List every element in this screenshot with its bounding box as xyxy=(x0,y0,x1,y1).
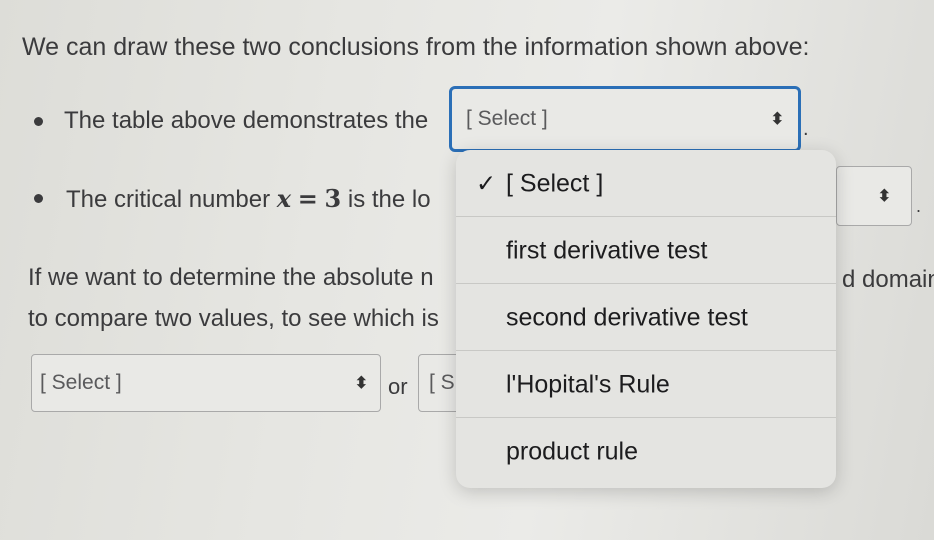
bullet-2-text-after: is the lo xyxy=(347,186,431,213)
dropdown-option-label: product rule xyxy=(506,437,639,465)
up-down-chevron-icon: ⬍ xyxy=(877,188,891,205)
math-equals: = xyxy=(297,184,318,213)
bullet-2-period: . xyxy=(916,196,922,216)
value-select-1-value: [ Select ] xyxy=(40,371,122,394)
dropdown-option-label: first derivative test xyxy=(506,236,708,264)
derivative-test-select[interactable]: [ Select ] ⬍ xyxy=(449,86,801,152)
dropdown-option-first-derivative-test[interactable]: first derivative test xyxy=(456,217,836,284)
value-select-2-value: [ S xyxy=(429,371,455,394)
value-select-1[interactable]: [ Select ] ⬍ xyxy=(31,354,381,412)
up-down-chevron-icon: ⬍ xyxy=(770,111,784,128)
bullet-1-dot xyxy=(34,117,43,126)
dropdown-option-lhopitals-rule[interactable]: l'Hopital's Rule xyxy=(456,351,836,418)
checkmark-icon: ✓ xyxy=(476,170,497,197)
bullet-2-text: The critical number x = 3 is the lo xyxy=(66,184,431,214)
bullet-1-period: . xyxy=(803,118,809,140)
dropdown-option-second-derivative-test[interactable]: second derivative test xyxy=(456,284,836,351)
dropdown-option-label: [ Select ] xyxy=(506,169,604,197)
bullet-2-dot xyxy=(34,194,43,203)
up-down-chevron-icon: ⬍ xyxy=(354,375,368,392)
dropdown-option-label: l'Hopital's Rule xyxy=(506,370,670,398)
dropdown-option-product-rule[interactable]: product rule xyxy=(456,418,836,485)
extremum-select[interactable]: ⬍ xyxy=(836,166,912,226)
paragraph-line-1-right: d domain xyxy=(842,266,934,293)
or-label: or xyxy=(388,374,408,399)
dropdown-menu: ✓ [ Select ] first derivative test secon… xyxy=(456,150,836,488)
intro-text: We can draw these two conclusions from t… xyxy=(22,33,810,61)
paragraph-line-1: If we want to determine the absolute n xyxy=(28,264,434,291)
dropdown-option-select[interactable]: ✓ [ Select ] xyxy=(456,150,836,217)
derivative-test-select-value: [ Select ] xyxy=(466,107,548,130)
bullet-1-text: The table above demonstrates the xyxy=(64,107,429,134)
dropdown-option-label: second derivative test xyxy=(506,303,748,331)
math-number: 3 xyxy=(324,184,342,213)
paragraph-line-2: to compare two values, to see which is xyxy=(28,305,439,332)
bullet-2-text-before: The critical number xyxy=(66,186,271,213)
math-variable: x xyxy=(276,184,292,213)
